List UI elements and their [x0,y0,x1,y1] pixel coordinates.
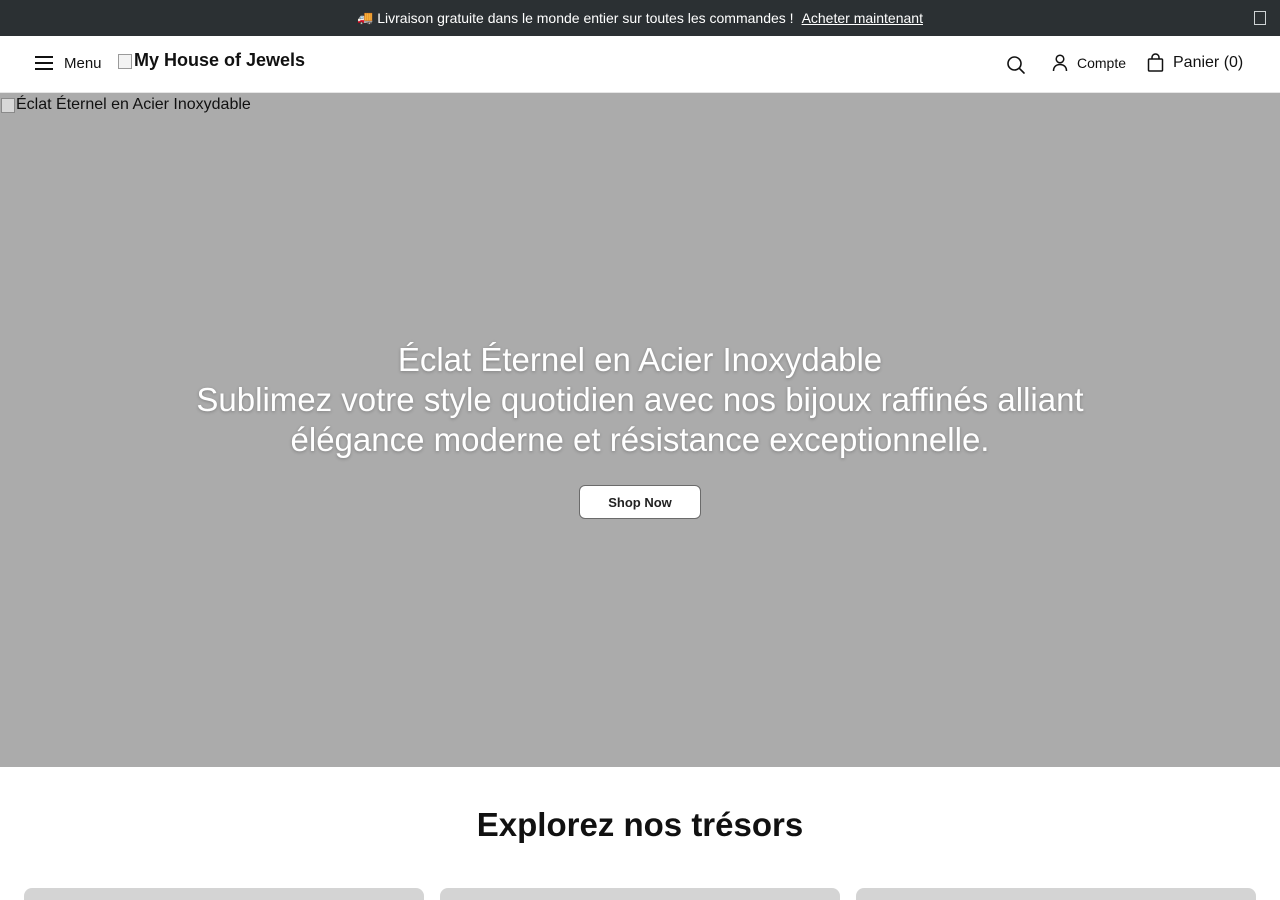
collection-card[interactable] [24,888,424,900]
shopping-bag-icon [1147,53,1164,72]
hero-banner: Éclat Éternel en Acier Inoxydable Éclat … [0,93,1280,767]
menu-label: Menu [64,54,102,72]
announcement-text: Livraison gratuite dans le monde entier … [377,10,794,26]
cart-link[interactable]: Panier (0) [1147,53,1243,72]
broken-image-icon [117,53,133,69]
cart-label: Panier (0) [1173,53,1244,71]
account-label: Compte [1077,55,1127,71]
hero-headline: Éclat Éternel en Acier Inoxydable Sublim… [140,340,1140,460]
close-announcement-icon[interactable] [1254,11,1266,25]
collection-card[interactable] [856,888,1256,900]
truck-icon: 🚚 [357,10,374,25]
hero-subtitle: Sublimez votre style quotidien avec nos … [196,381,1084,458]
hero-image: Éclat Éternel en Acier Inoxydable [0,96,251,114]
menu-button[interactable]: Menu [34,54,102,72]
site-header: Menu My House of Jewels Compte Panier (0… [0,36,1280,93]
shop-now-button[interactable]: Shop Now [579,485,701,519]
hero-image-alt-text: Éclat Éternel en Acier Inoxydable [16,96,251,113]
collection-card[interactable] [440,888,840,900]
logo-alt-text: My House of Jewels [134,50,306,70]
section-title: Explorez nos trésors [476,806,804,843]
search-icon[interactable] [1006,55,1026,75]
shop-now-link[interactable]: Acheter maintenant [802,10,923,26]
user-icon [1052,54,1068,72]
hero-title: Éclat Éternel en Acier Inoxydable [397,341,883,378]
logo[interactable]: My House of Jewels [117,50,305,71]
hamburger-icon [35,56,53,70]
announcement-bar: 🚚 Livraison gratuite dans le monde entie… [0,0,1280,36]
account-link[interactable]: Compte [1052,54,1126,72]
broken-image-icon [0,97,16,113]
